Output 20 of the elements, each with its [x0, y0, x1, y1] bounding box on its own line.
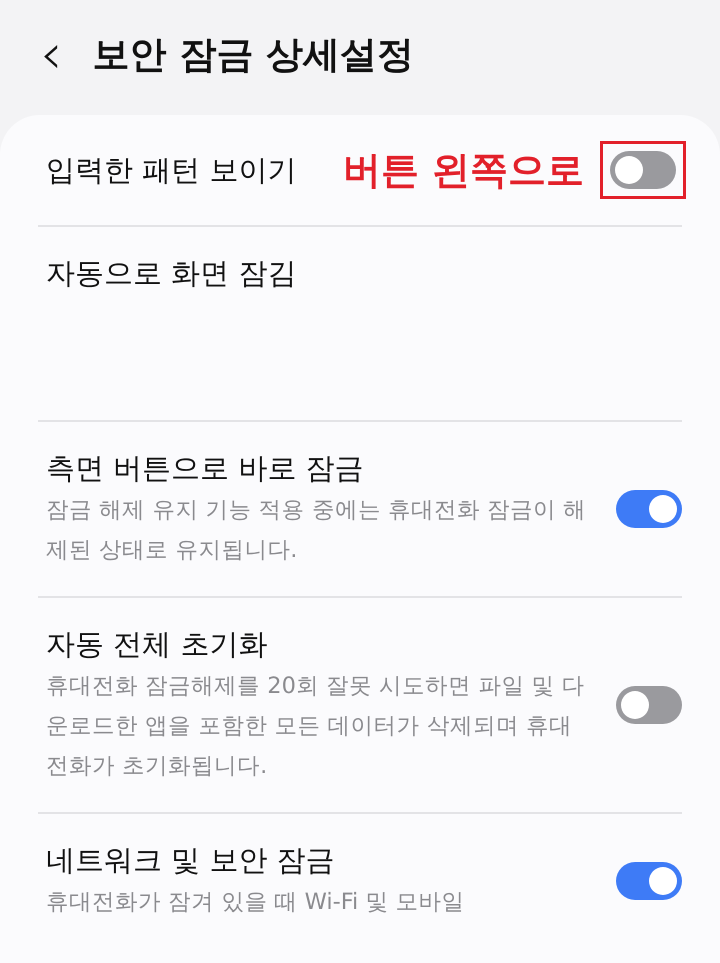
page-title: 보안 잠금 상세설정: [92, 32, 414, 78]
back-button[interactable]: ‹: [40, 26, 62, 82]
setting-description: 잠금 해제 유지 기능 적용 중에는 휴대전화 잠금이 해제된 상태로 유지됩니다.: [46, 496, 588, 565]
setting-title: 네트워크 및 보안 잠금: [46, 842, 335, 879]
toggle-switch[interactable]: [616, 862, 682, 900]
setting-row[interactable]: 자동 전체 초기화 휴대전화 잠금해제를 20회 잘못 시도하면 파일 및 다운로드한 앱을 포함한 모든 데이터가 삭제되며 휴대전화가 초기화됩니다.: [38, 598, 682, 814]
setting-title: 자동으로 화면 잠김: [46, 255, 296, 292]
setting-row[interactable]: 자동으로 화면 잠김: [38, 227, 682, 422]
setting-description: 휴대전화가 잠겨 있을 때 Wi-Fi 및 모바일: [46, 888, 466, 917]
setting-title: 측면 버튼으로 바로 잠금: [46, 450, 364, 487]
setting-row[interactable]: 네트워크 및 보안 잠금 휴대전화가 잠겨 있을 때 Wi-Fi 및 모바일: [38, 814, 682, 948]
toggle-switch[interactable]: [610, 151, 676, 189]
toggle-switch[interactable]: [616, 686, 682, 724]
toggle-switch[interactable]: [616, 490, 682, 528]
setting-title: 자동 전체 초기화: [46, 626, 268, 663]
setting-row[interactable]: 측면 버튼으로 바로 잠금 잠금 해제 유지 기능 적용 중에는 휴대전화 잠금이 해제된 상태로 유지됩니다.: [38, 422, 682, 598]
setting-title: 입력한 패턴 보이기: [46, 152, 296, 189]
annotation-text: 버튼 왼쪽으로: [342, 151, 584, 189]
setting-description: 휴대전화 잠금해제를 20회 잘못 시도하면 파일 및 다운로드한 앱을 포함한 모든 데이터가 삭제되며 휴대전화가 초기화됩니다.: [46, 672, 586, 781]
setting-row[interactable]: 입력한 패턴 보이기 버튼 왼쪽으로: [38, 115, 682, 227]
